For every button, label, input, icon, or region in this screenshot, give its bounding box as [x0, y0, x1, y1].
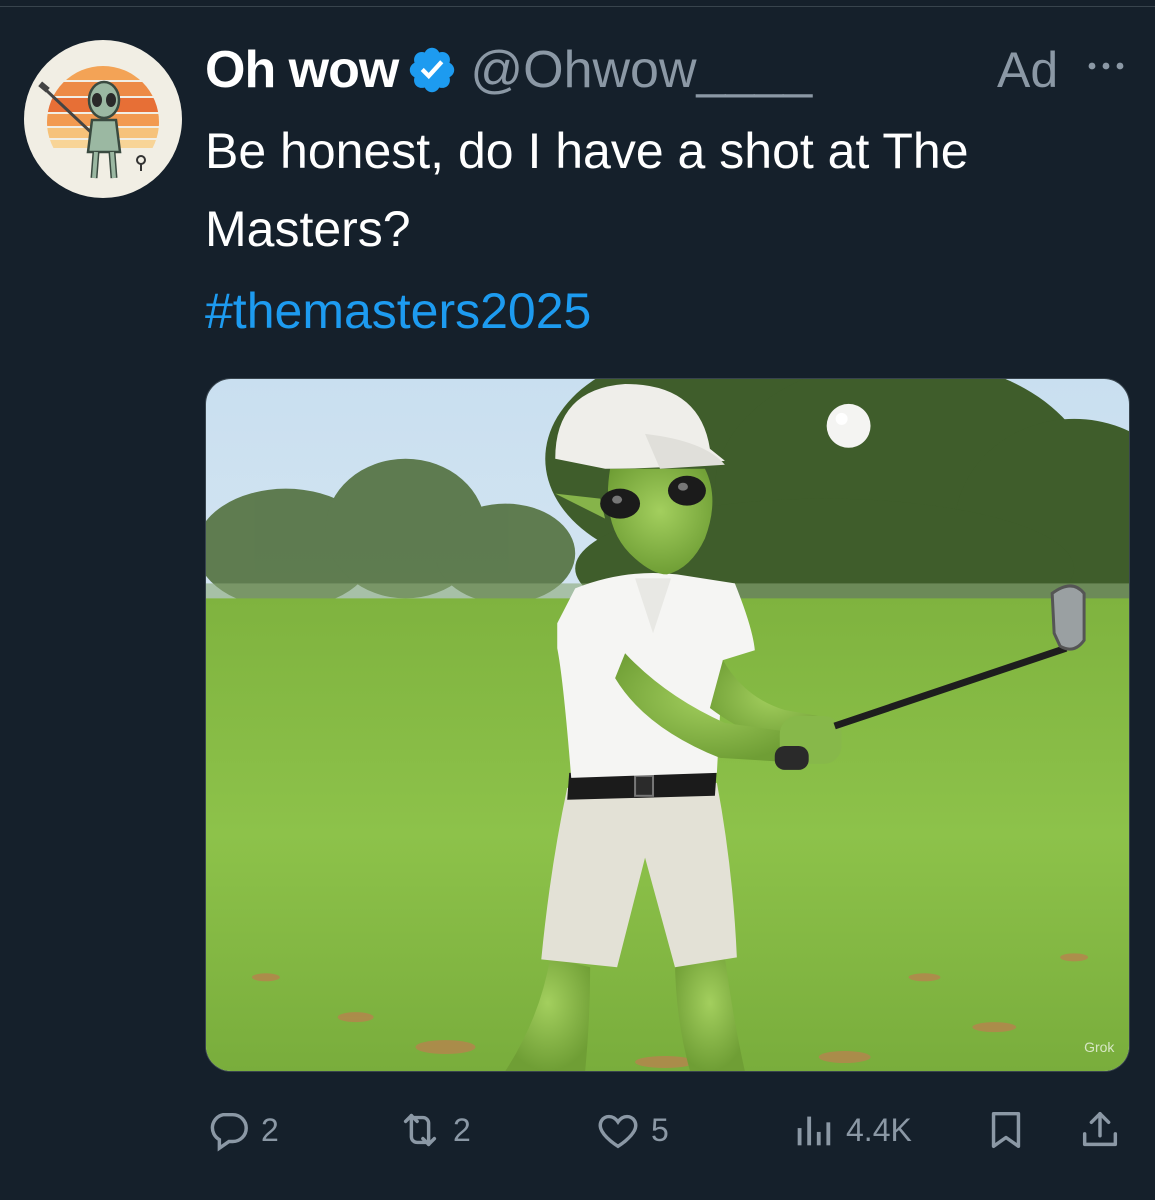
tweet-header: Oh wow @Ohwow____: [205, 38, 812, 102]
bookmark-button[interactable]: [983, 1100, 1039, 1160]
views-icon: [797, 1116, 831, 1146]
tweet-actions: 2 2 5 4.4K: [205, 1100, 1130, 1160]
repost-button[interactable]: 2: [397, 1100, 471, 1160]
display-name[interactable]: Oh wow: [205, 40, 399, 100]
hashtag-link[interactable]: #themasters2025: [205, 272, 591, 350]
avatar-image: [38, 66, 159, 179]
heart-icon: [598, 1114, 638, 1149]
tweet-media[interactable]: Grok: [205, 378, 1130, 1072]
like-button[interactable]: 5: [595, 1100, 669, 1160]
user-handle[interactable]: @Ohwow____: [470, 40, 812, 100]
tweet-text: Be honest, do I have a shot at The Maste…: [205, 123, 969, 257]
views-count: 4.4K: [846, 1111, 912, 1148]
reply-icon: [210, 1112, 248, 1152]
golf-alien-image: Grok: [206, 379, 1129, 1071]
media-watermark: Grok: [1084, 1039, 1114, 1055]
avatar[interactable]: [24, 40, 182, 198]
reply-button[interactable]: 2: [205, 1100, 279, 1160]
share-button[interactable]: [1077, 1100, 1133, 1160]
like-count: 5: [651, 1111, 669, 1148]
views-button[interactable]: 4.4K: [790, 1100, 912, 1160]
repost-icon: [403, 1113, 437, 1147]
share-icon: [1082, 1111, 1118, 1147]
ad-label: Ad: [997, 42, 1059, 98]
more-icon[interactable]: [1084, 56, 1128, 76]
reply-count: 2: [261, 1111, 279, 1148]
verified-badge-icon: [410, 47, 455, 93]
repost-count: 2: [453, 1111, 471, 1148]
tweet[interactable]: Oh wow @Ohwow____ Ad Be honest, do I hav…: [0, 0, 1155, 1200]
bookmark-icon: [991, 1111, 1021, 1149]
